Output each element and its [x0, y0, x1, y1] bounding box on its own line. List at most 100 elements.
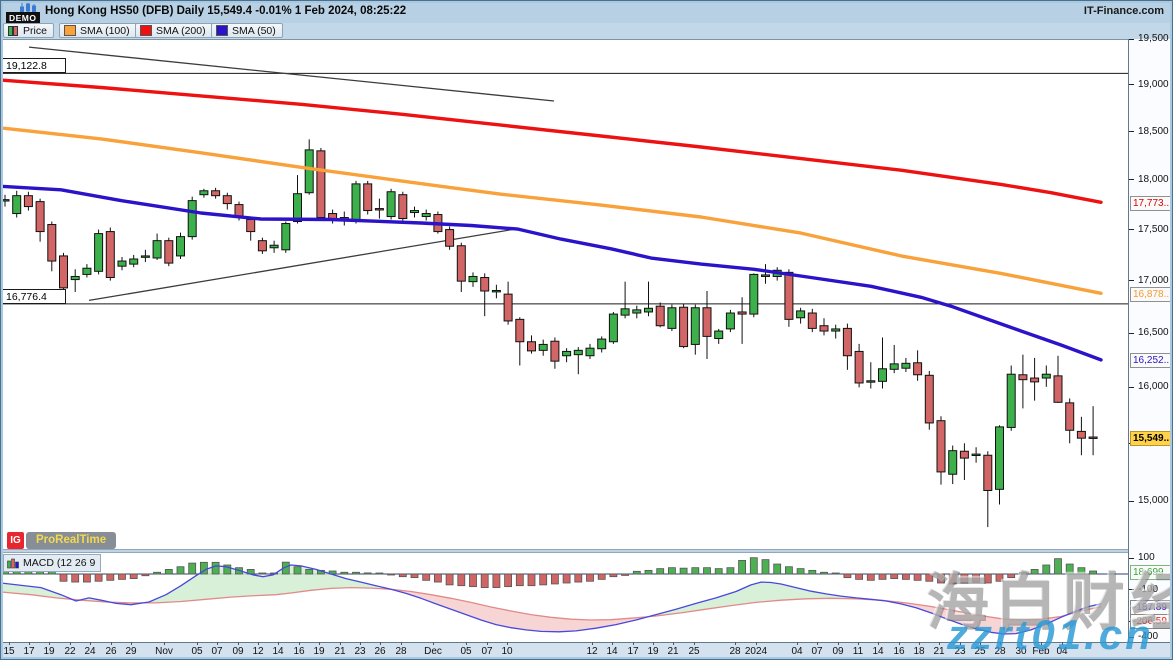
macd-histogram-bar	[668, 568, 675, 574]
macd-histogram-bar	[294, 567, 301, 574]
candle-body	[726, 313, 734, 329]
chart-window: DEMO Hong Kong HS50 (DFB) Daily 15,549.4…	[0, 0, 1173, 660]
candle-body	[364, 184, 372, 211]
candle-body	[457, 246, 465, 281]
price-tick-label: 18,500	[1138, 126, 1169, 137]
candle-body	[1007, 374, 1015, 427]
macd-histogram-bar	[481, 574, 488, 588]
watermark-site: zzrt01.cn	[947, 611, 1154, 659]
macd-histogram-bar	[528, 574, 535, 586]
candle-body	[387, 192, 395, 217]
macd-histogram-bar	[353, 572, 360, 574]
proreal-time-logo: IG ProRealTime	[7, 532, 116, 549]
candle-body	[867, 381, 875, 382]
candle-body	[949, 451, 957, 475]
time-tick-label: 26	[374, 646, 385, 657]
candle-body	[212, 191, 220, 196]
candle-body	[832, 329, 840, 331]
candle-body	[1089, 437, 1097, 438]
time-tick-label: 21	[667, 646, 678, 657]
macd-histogram-bar	[680, 568, 687, 574]
time-tick-label: 07	[211, 646, 222, 657]
time-tick-label: 2024	[745, 646, 767, 657]
price-tick-label: 18,000	[1138, 174, 1169, 185]
time-tick-mark	[653, 642, 654, 645]
candle-body	[106, 232, 114, 278]
candle-body	[528, 342, 536, 351]
sma100-line	[1, 128, 1101, 293]
time-tick-label: 16	[293, 646, 304, 657]
candle-body	[890, 364, 898, 369]
candle-body	[177, 237, 185, 256]
trendline	[29, 47, 554, 101]
candle-body	[469, 276, 477, 281]
price-tick-label: 16,500	[1138, 327, 1169, 338]
candle-body	[48, 225, 56, 261]
candle-body	[60, 256, 68, 288]
candle-body	[960, 451, 968, 458]
time-tick-label: 15	[3, 646, 14, 657]
hline-price-label-upper: 19,122.8	[2, 58, 66, 73]
candle-body	[925, 375, 933, 423]
candle-body	[785, 272, 793, 319]
candle-body	[691, 308, 699, 345]
prorealtime-wordmark: ProRealTime	[26, 532, 116, 549]
macd-histogram-bar	[130, 574, 137, 579]
time-tick-mark	[49, 642, 50, 645]
macd-histogram-bar	[645, 570, 652, 574]
macd-histogram-bar	[423, 574, 430, 580]
candle-body	[820, 326, 828, 331]
macd-histogram-bar	[83, 574, 90, 582]
candle-body	[305, 150, 313, 193]
time-tick-mark	[633, 642, 634, 645]
time-tick-mark	[673, 642, 674, 645]
candle-body	[1077, 431, 1085, 438]
candle-body	[563, 351, 571, 355]
time-tick-label: 26	[105, 646, 116, 657]
time-tick-mark	[278, 642, 279, 645]
last-price-box: 15,549..	[1130, 431, 1173, 446]
macd-histogram-bar	[540, 574, 547, 585]
price-tick-mark	[1129, 333, 1134, 334]
time-tick-mark	[466, 642, 467, 645]
candle-body	[656, 306, 664, 326]
time-tick-label: 18	[913, 646, 924, 657]
candle-body	[855, 351, 863, 383]
price-tick-label: 19,500	[1138, 33, 1169, 44]
candle-body	[680, 307, 688, 346]
candle-body	[165, 241, 173, 263]
price-tick-mark	[1129, 229, 1134, 230]
candle-body	[83, 268, 91, 274]
time-tick-label: Dec	[424, 646, 442, 657]
time-tick-mark	[612, 642, 613, 645]
time-tick-mark	[401, 642, 402, 645]
macd-histogram-bar	[727, 568, 734, 574]
macd-indicator-button[interactable]: MACD (12 26 9	[3, 554, 101, 572]
macd-histogram-bar	[458, 574, 465, 586]
candle-body	[504, 294, 512, 321]
sma50-line	[1, 186, 1101, 360]
candle-body	[1054, 376, 1062, 402]
time-tick-mark	[90, 642, 91, 645]
indicator-value-box: 17,773..	[1130, 196, 1173, 211]
candle-body	[352, 184, 360, 221]
price-tick-label: 17,000	[1138, 275, 1169, 286]
macd-histogram-bar	[551, 574, 558, 584]
time-tick-mark	[797, 642, 798, 645]
macd-histogram-bar	[119, 574, 126, 579]
candle-body	[270, 245, 278, 248]
macd-histogram-bar	[259, 573, 266, 574]
time-tick-label: 07	[811, 646, 822, 657]
time-tick-mark	[217, 642, 218, 645]
time-tick-mark	[694, 642, 695, 645]
time-tick-label: 09	[232, 646, 243, 657]
time-tick-mark	[258, 642, 259, 645]
time-tick-label: 14	[872, 646, 883, 657]
candle-body	[258, 241, 266, 251]
time-tick-label: 10	[501, 646, 512, 657]
macd-histogram-bar	[891, 574, 898, 579]
candle-body	[1066, 403, 1074, 430]
macd-histogram-bar	[376, 573, 383, 574]
macd-icon	[7, 558, 19, 569]
candle-body	[24, 196, 32, 207]
